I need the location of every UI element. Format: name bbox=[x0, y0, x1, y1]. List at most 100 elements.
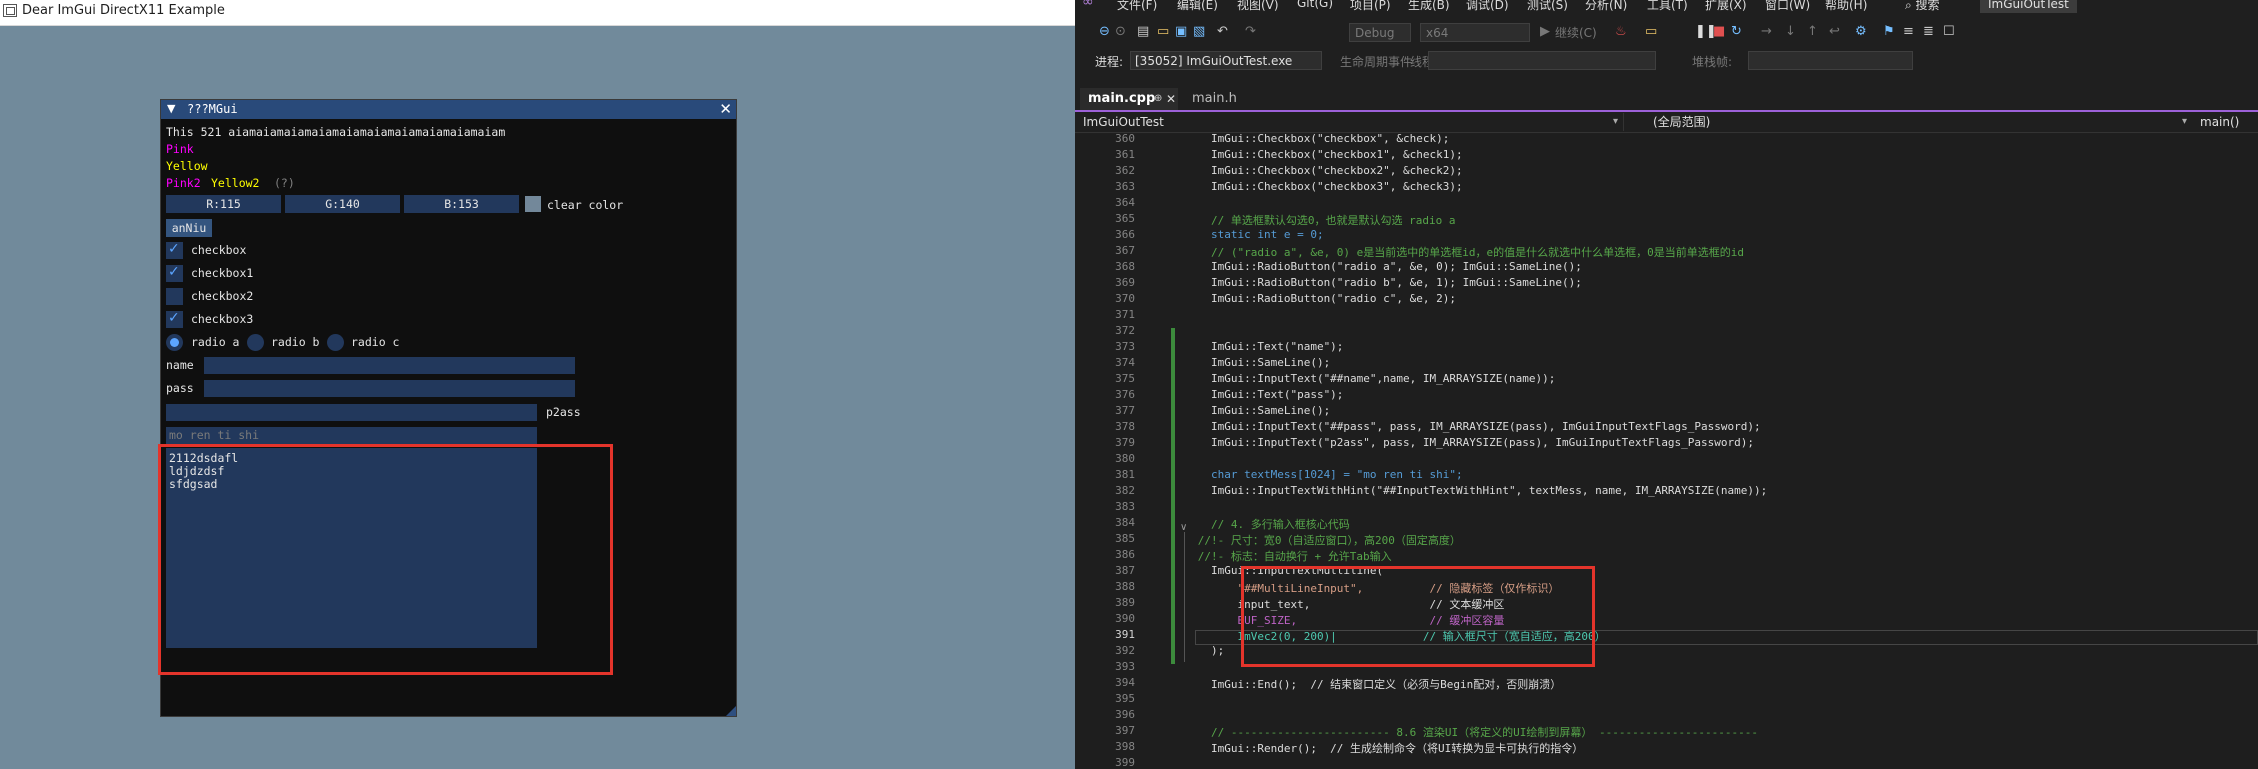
radio-c[interactable] bbox=[327, 334, 344, 351]
code-line[interactable]: ImGui::Checkbox("checkbox", &check); bbox=[1158, 132, 1449, 145]
code-line[interactable]: ); bbox=[1158, 644, 1224, 657]
code-editor[interactable]: ∨ 360 ImGui::Checkbox("checkbox", &check… bbox=[1075, 132, 2258, 769]
code-line[interactable]: ImGui::Checkbox("checkbox3", &check3); bbox=[1158, 180, 1463, 193]
step-over-icon[interactable]: → bbox=[1761, 24, 1772, 39]
code-line[interactable]: // ------------------------ 8.6 渲染UI（将定义… bbox=[1158, 724, 1758, 740]
save-icon[interactable]: ▣ bbox=[1175, 24, 1187, 39]
code-line[interactable]: ImGui::RadioButton("radio c", &e, 2); bbox=[1158, 292, 1456, 305]
close-tab-icon[interactable]: ✕ bbox=[1166, 88, 1176, 110]
tab-main-h[interactable]: main.h bbox=[1184, 88, 1254, 110]
code-line[interactable]: // ("radio a", &e, 0) e是当前选中的单选框id，e的值是什… bbox=[1158, 244, 1744, 260]
code-line[interactable]: ImGui::Text("name"); bbox=[1158, 340, 1343, 353]
project-nav-dropdown[interactable]: ImGuiOutTest bbox=[1083, 113, 1624, 131]
new-project-icon[interactable]: ▤ bbox=[1137, 24, 1149, 39]
checkbox-0[interactable]: ✓ bbox=[166, 241, 183, 259]
continue-play-icon[interactable]: ▶ bbox=[1540, 24, 1550, 39]
folder-icon[interactable]: ▭ bbox=[1645, 24, 1657, 39]
menu-debug[interactable]: 调试(D) bbox=[1466, 0, 1509, 13]
menu-file[interactable]: 文件(F) bbox=[1117, 0, 1157, 13]
collapse-arrow-icon[interactable]: ▼ bbox=[167, 102, 175, 115]
step-into-icon[interactable]: ↓ bbox=[1785, 24, 1796, 39]
menu-git[interactable]: Git(G) bbox=[1297, 0, 1333, 10]
code-line[interactable]: char textMess[1024] = "mo ren ti shi"; bbox=[1158, 468, 1463, 481]
close-icon[interactable]: ✕ bbox=[719, 100, 732, 118]
menu-test[interactable]: 测试(S) bbox=[1527, 0, 1568, 13]
function-nav-dropdown[interactable]: main() bbox=[2200, 113, 2258, 131]
menu-help[interactable]: 帮助(H) bbox=[1825, 0, 1867, 13]
code-line[interactable]: ImGui::InputText("p2ass", pass, IM_ARRAY… bbox=[1158, 436, 1754, 449]
step-out-icon[interactable]: ↑ bbox=[1807, 24, 1818, 39]
scope-nav-dropdown[interactable]: (全局范围) bbox=[1653, 113, 2253, 131]
step-back-icon[interactable]: ↩ bbox=[1829, 24, 1840, 39]
resize-grip-icon[interactable] bbox=[726, 706, 736, 716]
color-g-field[interactable]: G:140 bbox=[285, 195, 400, 213]
pass-input[interactable] bbox=[204, 380, 575, 397]
continue-label[interactable]: 继续(C) bbox=[1555, 24, 1597, 41]
code-line[interactable]: ImGui::InputText("##name",name, IM_ARRAY… bbox=[1158, 372, 1555, 385]
open-folder-icon[interactable]: ▭ bbox=[1157, 24, 1169, 39]
checkbox-3[interactable]: ✓ bbox=[166, 310, 183, 328]
uncomment-icon[interactable]: ≣ bbox=[1923, 24, 1934, 39]
restart-icon[interactable]: ↻ bbox=[1731, 24, 1742, 39]
back-icon[interactable]: ⊖ bbox=[1099, 24, 1110, 39]
color-swatch[interactable] bbox=[525, 196, 541, 212]
stack-frame-dropdown[interactable] bbox=[1748, 51, 1913, 70]
code-line[interactable]: ImGui::InputText("##pass", pass, IM_ARRA… bbox=[1158, 420, 1761, 433]
color-r-field[interactable]: R:115 bbox=[166, 195, 281, 213]
code-line[interactable]: //!- 尺寸：宽0（自适应窗口），高200（固定高度） bbox=[1158, 532, 1461, 548]
name-input[interactable] bbox=[204, 357, 575, 374]
menu-view[interactable]: 视图(V) bbox=[1237, 0, 1279, 13]
code-line[interactable]: ImGui::InputTextWithHint("##InputTextWit… bbox=[1158, 484, 1767, 497]
pin-icon[interactable]: ⊕ bbox=[1154, 88, 1162, 110]
stop-icon[interactable]: ■ bbox=[1713, 24, 1725, 39]
forward-icon[interactable]: ⊙ bbox=[1115, 24, 1126, 39]
code-line[interactable]: ImGui::Render(); // 生成绘制命令（将UI转换为显卡可执行的指… bbox=[1158, 740, 1583, 756]
radio-b[interactable] bbox=[247, 334, 264, 351]
tab-main-cpp[interactable]: main.cpp ⊕ ✕ bbox=[1080, 88, 1178, 110]
chevron-down-icon[interactable]: ▾ bbox=[1613, 113, 1618, 131]
menu-extensions[interactable]: 扩展(X) bbox=[1705, 0, 1747, 13]
redo-icon[interactable]: ↷ bbox=[1245, 24, 1256, 39]
code-line[interactable]: ImGui::SameLine(); bbox=[1158, 404, 1330, 417]
menu-analyze[interactable]: 分析(N) bbox=[1585, 0, 1627, 13]
imgui-titlebar[interactable]: ▼ ???MGui ✕ bbox=[161, 100, 736, 119]
menu-project[interactable]: 项目(P) bbox=[1350, 0, 1391, 13]
help-marker[interactable]: (?) bbox=[274, 176, 295, 190]
code-line[interactable]: // 单选框默认勾选0，也就是默认勾选 radio a bbox=[1158, 212, 1455, 228]
hot-reload-icon[interactable]: ♨ bbox=[1615, 24, 1627, 39]
color-b-field[interactable]: B:153 bbox=[404, 195, 519, 213]
code-line[interactable]: ImGui::RadioButton("radio a", &e, 0); Im… bbox=[1158, 260, 1582, 273]
menu-tools[interactable]: 工具(T) bbox=[1647, 0, 1688, 13]
code-line[interactable]: // 4. 多行输入框核心代码 bbox=[1158, 516, 1350, 532]
code-line[interactable]: ImGui::RadioButton("radio b", &e, 1); Im… bbox=[1158, 276, 1582, 289]
code-line[interactable]: ImGui::Checkbox("checkbox2", &check2); bbox=[1158, 164, 1463, 177]
process-dropdown[interactable]: [35052] ImGuiOutTest.exe bbox=[1130, 51, 1322, 70]
code-line[interactable]: ImGui::SameLine(); bbox=[1158, 356, 1330, 369]
lifecycle-events[interactable]: 生命周期事件 bbox=[1340, 53, 1412, 70]
undo-icon[interactable]: ↶ bbox=[1217, 24, 1228, 39]
platform-dropdown[interactable]: x64 bbox=[1420, 23, 1530, 42]
code-line[interactable]: static int e = 0; bbox=[1158, 228, 1324, 241]
p2ass-input[interactable] bbox=[166, 404, 537, 421]
thread-dropdown[interactable] bbox=[1428, 51, 1656, 70]
code-line[interactable]: //!- 标志：自动换行 + 允许Tab输入 bbox=[1158, 548, 1392, 564]
breakpoint-toggle-icon[interactable]: ⚑ bbox=[1883, 24, 1895, 39]
config-dropdown[interactable]: Debug bbox=[1349, 23, 1411, 42]
anniu-button[interactable]: anNiu bbox=[166, 219, 212, 237]
code-line[interactable]: ImGui::End(); // 结束窗口定义（必须与Begin配对，否则崩溃） bbox=[1158, 676, 1561, 692]
code-line[interactable]: ImGui::Text("pass"); bbox=[1158, 388, 1343, 401]
save-all-icon[interactable]: ▧ bbox=[1193, 24, 1205, 39]
comment-icon[interactable]: ≡ bbox=[1903, 24, 1914, 39]
diagnostics-icon[interactable]: ⚙ bbox=[1855, 24, 1867, 39]
checkbox-2[interactable] bbox=[166, 288, 183, 305]
menu-window[interactable]: 窗口(W) bbox=[1765, 0, 1810, 13]
code-line[interactable]: ImGui::Checkbox("checkbox1", &check1); bbox=[1158, 148, 1463, 161]
chevron-down-icon[interactable]: ▾ bbox=[2182, 113, 2187, 131]
host-titlebar[interactable]: Dear ImGui DirectX11 Example bbox=[0, 0, 1075, 26]
search-box[interactable]: ⌕ 搜索 bbox=[1905, 0, 1940, 13]
menu-build[interactable]: 生成(B) bbox=[1408, 0, 1450, 13]
checkbox-1[interactable]: ✓ bbox=[166, 264, 183, 282]
radio-a[interactable] bbox=[166, 334, 183, 351]
menu-edit[interactable]: 编辑(E) bbox=[1177, 0, 1218, 13]
hint-input[interactable]: mo ren ti shi bbox=[166, 427, 537, 444]
